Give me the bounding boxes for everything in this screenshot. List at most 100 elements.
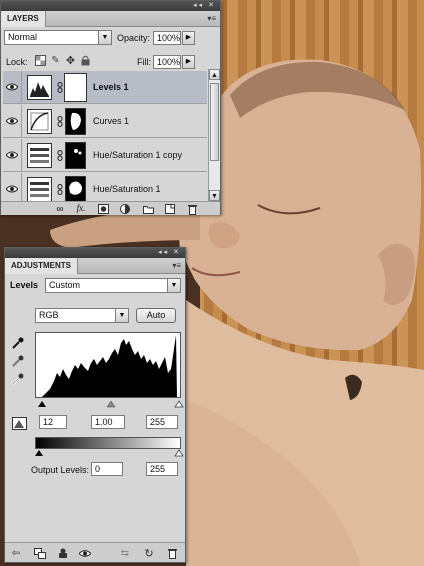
add-mask-icon[interactable] bbox=[97, 203, 109, 215]
fill-slider-button[interactable]: ▶ bbox=[182, 55, 195, 69]
lock-position-move-icon[interactable]: ✥ bbox=[65, 55, 76, 67]
clip-layer-svg bbox=[59, 548, 67, 558]
trash-icon[interactable] bbox=[186, 203, 198, 215]
new-adjustment-layer-icon[interactable] bbox=[119, 203, 131, 215]
layer-mask-thumbnail[interactable] bbox=[64, 73, 87, 102]
preset-dropdown[interactable]: Custom ▼ bbox=[45, 278, 181, 293]
chevron-down-icon: ▼ bbox=[98, 31, 111, 44]
panel-menu-icon[interactable]: ▾≡ bbox=[207, 14, 216, 23]
hue-saturation-adjustment-thumbnail bbox=[27, 177, 52, 202]
expanded-view-icon[interactable] bbox=[33, 547, 47, 559]
layers-panel: ◂◂ ✕ LAYERS ▾≡ Normal ▼ Opacity: 100% ▶ … bbox=[0, 0, 221, 215]
reset-icon[interactable]: ↻ bbox=[143, 547, 155, 560]
clipping-warning-icon[interactable] bbox=[11, 416, 27, 430]
hue-saturation-adjustment-thumbnail bbox=[27, 143, 52, 168]
layer-name: Levels 1 bbox=[93, 82, 129, 92]
hue-saturation-sliders-icon bbox=[30, 182, 49, 197]
auto-button[interactable]: Auto bbox=[136, 308, 176, 323]
collapse-close-icons[interactable]: ◂◂ ✕ bbox=[193, 2, 216, 10]
output-black-field[interactable]: 0 bbox=[91, 462, 123, 476]
histogram-svg bbox=[36, 335, 177, 397]
clip-to-layer-icon[interactable] bbox=[57, 547, 69, 559]
mask-shape bbox=[69, 181, 82, 195]
scroll-thumb[interactable] bbox=[210, 83, 219, 161]
mask-shape bbox=[70, 112, 81, 130]
tab-adjustments[interactable]: ADJUSTMENTS bbox=[5, 258, 79, 274]
view-previous-state-icon[interactable]: ⇆ bbox=[118, 547, 132, 559]
link-layers-icon[interactable]: ∞ bbox=[53, 203, 67, 215]
eyedropper-svg bbox=[12, 355, 24, 367]
chevron-down-icon: ▼ bbox=[115, 309, 128, 322]
gray-point-eyedropper-icon[interactable] bbox=[11, 354, 25, 368]
clip-svg bbox=[11, 416, 27, 430]
layer-mask-thumbnail[interactable] bbox=[65, 176, 86, 203]
scroll-up-icon[interactable]: ▲ bbox=[209, 69, 220, 80]
adjustments-panel: ◂◂ ✕ ADJUSTMENTS ▾≡ Levels Custom ▼ RGB … bbox=[4, 247, 186, 563]
layers-titlebar[interactable]: ◂◂ ✕ bbox=[1, 1, 220, 11]
opacity-input[interactable]: 100% bbox=[153, 31, 181, 45]
opacity-label: Opacity: bbox=[117, 33, 151, 43]
chain-link-icon[interactable] bbox=[57, 116, 63, 127]
black-point-eyedropper-icon[interactable] bbox=[11, 336, 25, 350]
visibility-toggle[interactable] bbox=[3, 105, 22, 138]
tab-layers[interactable]: LAYERS bbox=[1, 11, 46, 27]
layer-name: Hue/Saturation 1 bbox=[93, 184, 161, 194]
collapse-close-icons[interactable]: ◂◂ ✕ bbox=[158, 249, 181, 257]
output-levels-slider[interactable] bbox=[35, 449, 185, 458]
visibility-eye-icon[interactable] bbox=[78, 547, 92, 559]
adjustment-name: Levels bbox=[10, 280, 39, 290]
layer-mask-thumbnail[interactable] bbox=[65, 108, 86, 135]
adjustments-titlebar[interactable]: ◂◂ ✕ bbox=[5, 248, 185, 258]
padlock-svg bbox=[81, 55, 90, 66]
chain-link-icon[interactable] bbox=[57, 184, 63, 195]
trash-svg bbox=[167, 548, 177, 559]
chevron-down-icon: ▼ bbox=[167, 279, 180, 292]
layer-mask-thumbnail[interactable] bbox=[65, 142, 86, 169]
layer-row-hue-saturation-1-copy[interactable]: Hue/Saturation 1 copy bbox=[3, 139, 207, 172]
panel-menu-icon[interactable]: ▾≡ bbox=[172, 261, 181, 270]
lock-transparent-icon[interactable] bbox=[35, 55, 46, 66]
input-black-field[interactable]: 12 bbox=[39, 415, 67, 429]
scroll-down-icon[interactable]: ▼ bbox=[209, 190, 220, 201]
lock-all-icon[interactable] bbox=[80, 55, 91, 66]
chain-link-icon[interactable] bbox=[57, 150, 63, 161]
mask-icon-svg bbox=[97, 204, 109, 214]
new-group-folder-icon[interactable] bbox=[142, 203, 154, 215]
fill-label: Fill: bbox=[137, 57, 151, 67]
chain-link-icon[interactable] bbox=[57, 82, 63, 93]
layer-row-curves-1[interactable]: Curves 1 bbox=[3, 105, 207, 138]
layers-tabrow: LAYERS ▾≡ bbox=[1, 11, 220, 27]
curves-adjustment-thumbnail bbox=[27, 109, 52, 134]
visibility-toggle[interactable] bbox=[3, 139, 22, 172]
layers-scrollbar[interactable]: ▲ ▼ bbox=[208, 69, 220, 201]
eye-icon bbox=[6, 151, 18, 159]
layers-footer: ∞ fx. bbox=[1, 201, 220, 215]
folder-svg bbox=[142, 205, 154, 214]
input-levels-slider[interactable] bbox=[35, 400, 185, 409]
eye-icon bbox=[6, 83, 18, 91]
trash-icon[interactable] bbox=[166, 547, 178, 559]
input-gamma-field[interactable]: 1.00 bbox=[91, 415, 125, 429]
hue-saturation-sliders-icon bbox=[30, 148, 49, 163]
opacity-slider-button[interactable]: ▶ bbox=[182, 31, 195, 45]
layer-row-levels-1[interactable]: Levels 1 bbox=[3, 71, 207, 104]
fill-input[interactable]: 100% bbox=[153, 55, 181, 69]
layer-style-fx-icon[interactable]: fx. bbox=[74, 202, 88, 214]
page-svg bbox=[165, 204, 175, 214]
output-gradient bbox=[35, 437, 181, 449]
output-levels-label: Output Levels: bbox=[31, 465, 90, 475]
input-white-field[interactable]: 255 bbox=[146, 415, 178, 429]
white-point-eyedropper-icon[interactable] bbox=[11, 372, 25, 386]
output-white-field[interactable]: 255 bbox=[146, 462, 178, 476]
levels-histogram bbox=[35, 332, 181, 398]
preset-value: Custom bbox=[49, 280, 81, 290]
blend-mode-dropdown[interactable]: Normal ▼ bbox=[4, 30, 112, 45]
new-layer-icon[interactable] bbox=[164, 203, 176, 215]
back-arrow-icon[interactable]: ⇦ bbox=[9, 547, 23, 559]
adjustments-footer: ⇦ ⇆ ↻ bbox=[5, 542, 185, 562]
half-circle-svg bbox=[120, 204, 130, 214]
visibility-toggle[interactable] bbox=[3, 71, 22, 104]
expand-svg bbox=[34, 547, 46, 559]
lock-image-brush-icon[interactable]: ✎ bbox=[50, 55, 61, 66]
channel-dropdown[interactable]: RGB ▼ bbox=[35, 308, 129, 323]
